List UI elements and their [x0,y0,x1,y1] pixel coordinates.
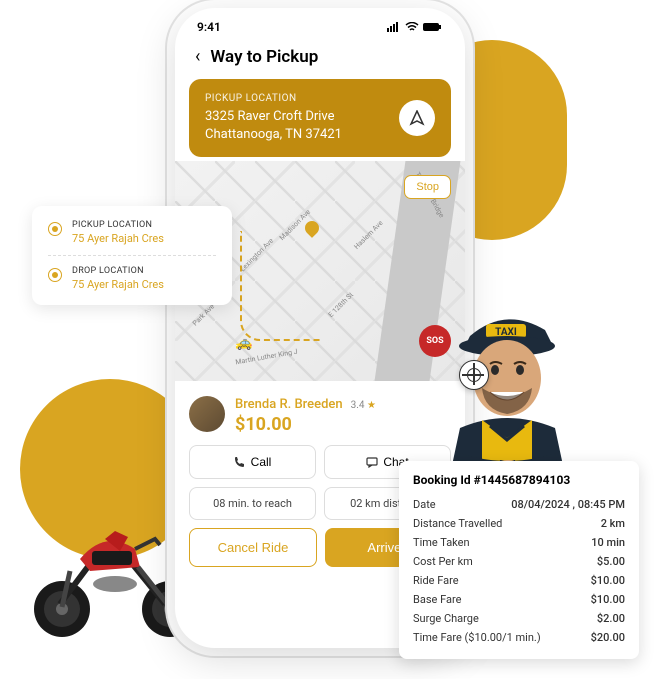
pickup-value: 75 Ayer Rajah Cres [72,232,164,245]
locate-button[interactable] [459,360,489,390]
receipt-row: Ride Fare$10.00 [413,571,625,590]
call-button[interactable]: Call [189,445,316,479]
navigate-button[interactable] [399,100,435,136]
receipt-row: Surge Charge$2.00 [413,609,625,628]
navigation-icon [409,110,425,126]
street-label: Haslem Ave [353,219,385,251]
status-icons [387,22,443,32]
crosshair-icon [467,368,481,382]
route-line [240,231,320,341]
drop-pin-icon [48,268,62,282]
pickup-line2: Chattanooga, TN 37421 [205,126,342,144]
booking-id: Booking Id #1445687894103 [413,473,625,487]
pickup-pin-icon [48,222,62,236]
app-header: ‹ Way to Pickup [175,38,465,79]
driver-rating: 3.4 ★ [351,400,376,411]
receipt-row: Distance Travelled2 km [413,514,625,533]
wifi-icon [405,22,419,32]
pickup-label: PICKUP LOCATION [72,220,164,230]
page-title: Way to Pickup [210,47,318,67]
drop-row: DROP LOCATION 75 Ayer Rajah Cres [48,255,216,291]
chat-icon [366,456,378,468]
eta-box: 08 min. to reach [189,487,316,520]
receipt-row: Time Fare ($10.00/1 min.)$20.00 [413,628,625,647]
street-label: E 128th St [327,291,355,319]
street-label: Park Ave [191,303,216,328]
location-card: PICKUP LOCATION 75 Ayer Rajah Cres DROP … [32,206,232,305]
receipt-row: Time Taken10 min [413,533,625,552]
drop-label: DROP LOCATION [72,266,164,276]
driver-avatar[interactable] [189,396,225,432]
driver-info-row: Brenda R. Breeden 3.4 ★ $10.00 [189,393,451,435]
pickup-label: PICKUP LOCATION [205,93,342,104]
pickup-row: PICKUP LOCATION 75 Ayer Rajah Cres [48,220,216,245]
receipt-row: Date08/04/2024 , 08:45 PM [413,495,625,514]
pickup-line1: 3325 Raver Croft Drive [205,108,342,126]
star-icon: ★ [367,400,376,411]
status-bar: 9:41 [175,8,465,38]
receipt-card: Booking Id #1445687894103 Date08/04/2024… [399,461,639,659]
drop-value: 75 Ayer Rajah Cres [72,278,164,291]
ride-price: $10.00 [235,414,376,435]
signal-icon [387,22,401,32]
receipt-row: Cost Per km$5.00 [413,552,625,571]
pickup-card: PICKUP LOCATION 3325 Raver Croft Drive C… [189,79,451,157]
cancel-ride-button[interactable]: Cancel Ride [189,528,317,567]
driver-name: Brenda R. Breeden [235,397,343,412]
phone-icon [234,456,246,468]
battery-icon [423,22,443,32]
status-time: 9:41 [197,20,221,34]
back-icon[interactable]: ‹ [195,46,200,67]
receipt-row: Base Fare$10.00 [413,590,625,609]
taxi-icon: 🚕 [235,335,252,351]
stop-button[interactable]: Stop [404,175,451,199]
